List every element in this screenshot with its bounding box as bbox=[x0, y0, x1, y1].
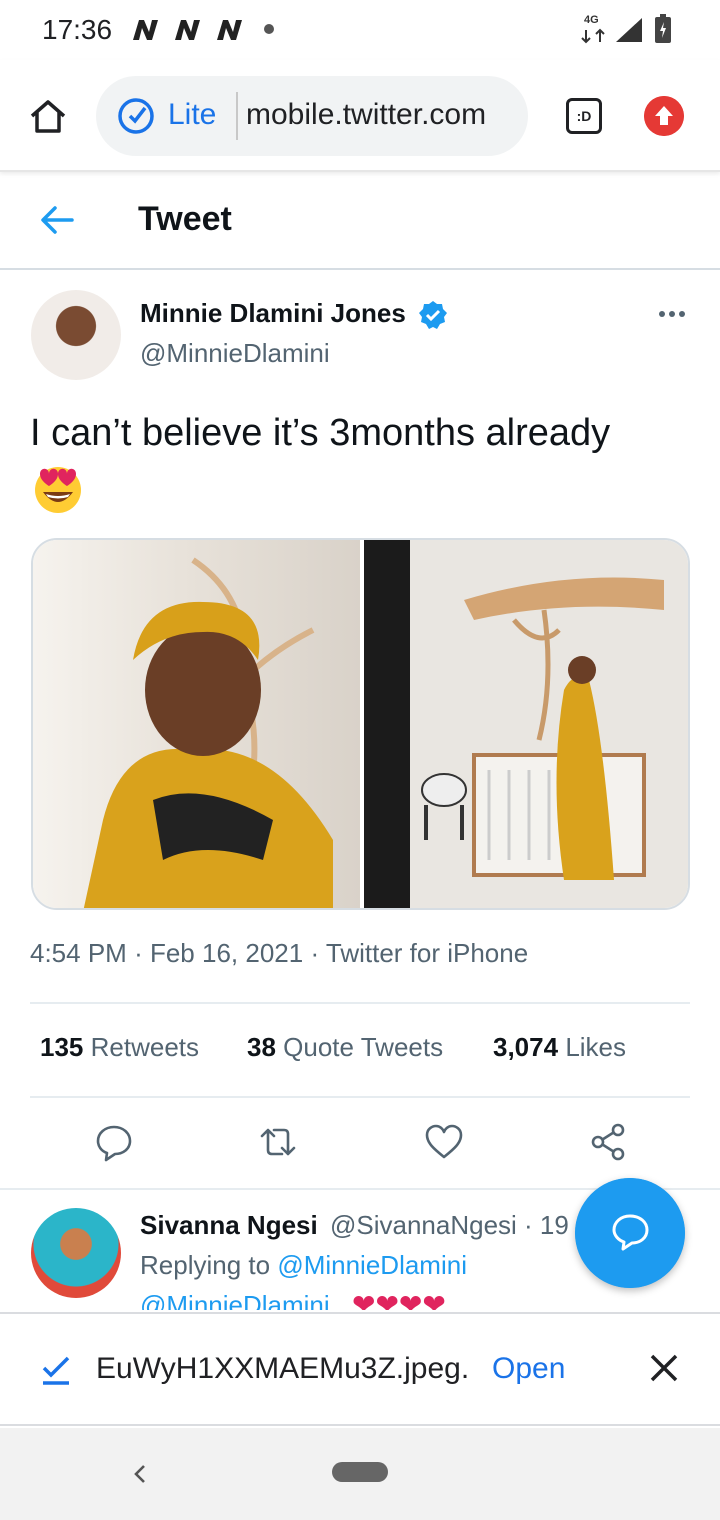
verified-badge-icon bbox=[419, 301, 447, 329]
tweet-photo-1[interactable] bbox=[33, 540, 360, 908]
tweet-time[interactable]: 4:54 PM bbox=[30, 938, 127, 968]
likes-count: 3,074 bbox=[493, 1032, 559, 1062]
heart-eyes-emoji-icon bbox=[35, 467, 81, 513]
author-avatar[interactable] bbox=[31, 290, 121, 380]
replying-to-link[interactable]: @MinnieDlamini bbox=[277, 1250, 467, 1280]
photo-2-illustration bbox=[421, 577, 664, 880]
nav-home-pill[interactable] bbox=[332, 1462, 388, 1482]
url-divider bbox=[236, 92, 238, 140]
retweets-stat[interactable]: 135 Retweets bbox=[40, 1032, 199, 1063]
replying-prefix: Replying to bbox=[140, 1250, 278, 1280]
status-bar: 17:36 4G bbox=[0, 0, 720, 60]
notification-icon bbox=[217, 20, 242, 40]
tweet-media-grid bbox=[31, 538, 690, 910]
likes-stat[interactable]: 3,074 Likes bbox=[493, 1032, 626, 1063]
tweet-source[interactable]: Twitter for iPhone bbox=[326, 938, 528, 968]
download-open-button[interactable]: Open bbox=[492, 1352, 565, 1386]
download-filename: EuWyH1XXMAEMu3Z.jpeg. bbox=[96, 1352, 470, 1385]
download-complete-icon bbox=[42, 1356, 70, 1385]
retweets-label: Retweets bbox=[90, 1032, 200, 1062]
home-icon[interactable] bbox=[26, 94, 70, 138]
status-time: 17:36 bbox=[42, 14, 113, 45]
close-icon[interactable] bbox=[648, 1352, 680, 1384]
tweet-photo-2[interactable] bbox=[364, 540, 688, 908]
browser-toolbar: Lite mobile.twitter.com :D bbox=[0, 60, 720, 172]
likes-label: Likes bbox=[565, 1032, 627, 1062]
lite-mode-icon bbox=[118, 98, 154, 134]
more-options-icon[interactable] bbox=[656, 302, 688, 326]
photo-1-illustration bbox=[83, 557, 333, 908]
status-dot-icon bbox=[264, 24, 274, 34]
reply-author-name[interactable]: Sivanna Ngesi bbox=[140, 1210, 318, 1241]
tweet-meta: 4:54 PM · Feb 16, 2021 · Twitter for iPh… bbox=[30, 938, 528, 969]
meta-separator: · bbox=[134, 938, 143, 968]
tweet-text: I can’t believe it’s 3months already bbox=[30, 412, 611, 454]
notification-icon bbox=[175, 20, 200, 40]
nav-back-icon[interactable] bbox=[128, 1458, 152, 1490]
reply-icon[interactable] bbox=[94, 1122, 134, 1162]
reply-mention[interactable]: @MinnieDlamini bbox=[140, 1290, 330, 1310]
data-arrows-icon bbox=[581, 28, 605, 44]
share-icon[interactable] bbox=[588, 1122, 628, 1162]
system-nav-bar bbox=[0, 1428, 720, 1520]
battery-icon bbox=[655, 14, 671, 43]
page-title: Tweet bbox=[138, 200, 232, 238]
divider bbox=[30, 1096, 690, 1098]
address-bar[interactable]: Lite mobile.twitter.com bbox=[96, 76, 528, 156]
compose-reply-button[interactable] bbox=[575, 1178, 685, 1288]
reply-author-handle[interactable]: @SivannaNgesi · 19 bbox=[330, 1210, 569, 1241]
network-type-label: 4G bbox=[584, 14, 599, 26]
like-heart-icon[interactable] bbox=[424, 1122, 464, 1162]
back-arrow-icon[interactable] bbox=[38, 202, 78, 238]
upload-icon[interactable] bbox=[644, 96, 684, 136]
quote-tweets-stat[interactable]: 38 Quote Tweets bbox=[247, 1032, 443, 1063]
retweets-count: 135 bbox=[40, 1032, 84, 1062]
reply-emojis: ❤❤❤❤ bbox=[352, 1289, 446, 1310]
lite-mode-label: Lite bbox=[168, 98, 217, 131]
meta-separator: · bbox=[310, 938, 320, 968]
reply-author-avatar[interactable] bbox=[31, 1208, 121, 1298]
divider bbox=[30, 1002, 690, 1004]
tab-switcher-button[interactable]: :D bbox=[566, 98, 602, 134]
tweet-date[interactable]: Feb 16, 2021 bbox=[150, 938, 303, 968]
download-bar: EuWyH1XXMAEMu3Z.jpeg. Open bbox=[0, 1312, 720, 1426]
quotes-label: Quote Tweets bbox=[283, 1032, 444, 1062]
author-handle[interactable]: @MinnieDlamini bbox=[140, 338, 330, 369]
retweet-icon[interactable] bbox=[258, 1122, 298, 1162]
url-text[interactable]: mobile.twitter.com bbox=[246, 98, 526, 132]
quotes-count: 38 bbox=[247, 1032, 276, 1062]
author-name[interactable]: Minnie Dlamini Jones bbox=[140, 298, 406, 329]
tweet-header: Tweet bbox=[0, 172, 720, 270]
replying-to-line: Replying to @MinnieDlamini bbox=[140, 1250, 467, 1281]
notification-icon bbox=[133, 20, 158, 40]
signal-icon bbox=[616, 18, 642, 42]
